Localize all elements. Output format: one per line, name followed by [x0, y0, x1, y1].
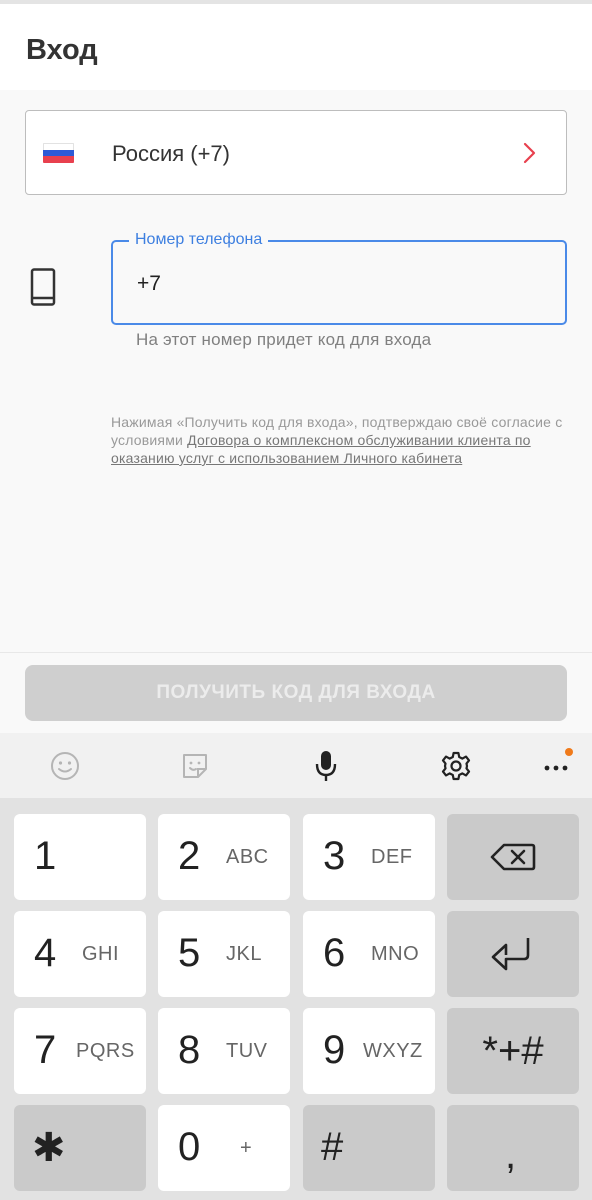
key-letters: GHI — [82, 943, 120, 965]
key-digit: 7 — [34, 1028, 57, 1072]
backspace-key[interactable] — [447, 814, 579, 900]
asterisk-label: ✱ — [32, 1126, 66, 1170]
legal-notice: Нажимая «Получить код для входа», подтве… — [111, 413, 571, 467]
smartphone-icon — [30, 268, 56, 306]
key-6[interactable]: 6 MNO — [303, 911, 435, 997]
enter-icon — [491, 938, 530, 971]
phone-number-label: Номер телефона — [129, 231, 269, 249]
numeric-keyboard: 1 2 ABC 3 DEF 4 GHI 5 JKL 6 MNO 7 PQRS 8… — [0, 798, 592, 1200]
page-title: Вход — [26, 34, 98, 66]
key-3[interactable]: 3 DEF — [303, 814, 435, 900]
phone-number-input[interactable]: +7 — [111, 240, 567, 325]
key-digit: 1 — [34, 834, 57, 878]
settings-gear-icon[interactable] — [439, 749, 473, 783]
key-letters: TUV — [226, 1040, 268, 1062]
phone-number-value[interactable]: +7 — [137, 272, 161, 296]
key-8[interactable]: 8 TUV — [158, 1008, 290, 1094]
key-digit: 0 — [178, 1125, 201, 1169]
key-digit: 4 — [34, 931, 57, 975]
key-digit: 8 — [178, 1028, 201, 1072]
key-digit: 5 — [178, 931, 201, 975]
key-1[interactable]: 1 — [14, 814, 146, 900]
key-digit: 9 — [323, 1028, 346, 1072]
key-letters: WXYZ — [363, 1040, 423, 1062]
key-0[interactable]: 0 + — [158, 1105, 290, 1191]
microphone-icon[interactable] — [309, 749, 343, 783]
key-digit: 2 — [178, 834, 201, 878]
russia-flag-icon — [43, 143, 74, 163]
more-badge-dot — [565, 748, 573, 756]
phone-hint: На этот номер придет код для входа — [136, 330, 432, 349]
symbols-label: *+# — [482, 1028, 544, 1073]
asterisk-key[interactable]: ✱ — [14, 1105, 146, 1191]
key-digit: 3 — [323, 834, 346, 878]
emoji-icon[interactable] — [48, 749, 82, 783]
chevron-right-icon — [523, 142, 536, 164]
backspace-icon — [490, 843, 536, 871]
key-4[interactable]: 4 GHI — [14, 911, 146, 997]
comma-key[interactable]: , — [447, 1105, 579, 1191]
hash-key[interactable]: # — [303, 1105, 435, 1191]
app-header: Вход — [0, 4, 592, 90]
country-label: Россия (+7) — [112, 141, 230, 166]
key-5[interactable]: 5 JKL — [158, 911, 290, 997]
hash-label: # — [321, 1125, 344, 1169]
key-letters: PQRS — [76, 1040, 135, 1062]
key-letters: + — [240, 1137, 253, 1159]
key-7[interactable]: 7 PQRS — [14, 1008, 146, 1094]
enter-key[interactable] — [447, 911, 579, 997]
key-letters: JKL — [226, 943, 262, 965]
key-9[interactable]: 9 WXYZ — [303, 1008, 435, 1094]
keyboard-toolbar — [0, 733, 592, 798]
key-2[interactable]: 2 ABC — [158, 814, 290, 900]
get-code-button[interactable]: ПОЛУЧИТЬ КОД ДЛЯ ВХОДА — [25, 665, 567, 721]
country-selector[interactable]: Россия (+7) — [25, 110, 567, 195]
key-letters: DEF — [371, 846, 413, 868]
key-letters: MNO — [371, 943, 420, 965]
divider — [0, 652, 592, 653]
key-digit: 6 — [323, 931, 346, 975]
sticker-icon[interactable] — [178, 749, 212, 783]
symbols-key[interactable]: *+# — [447, 1008, 579, 1094]
comma-label: , — [505, 1133, 517, 1177]
key-letters: ABC — [226, 846, 269, 868]
